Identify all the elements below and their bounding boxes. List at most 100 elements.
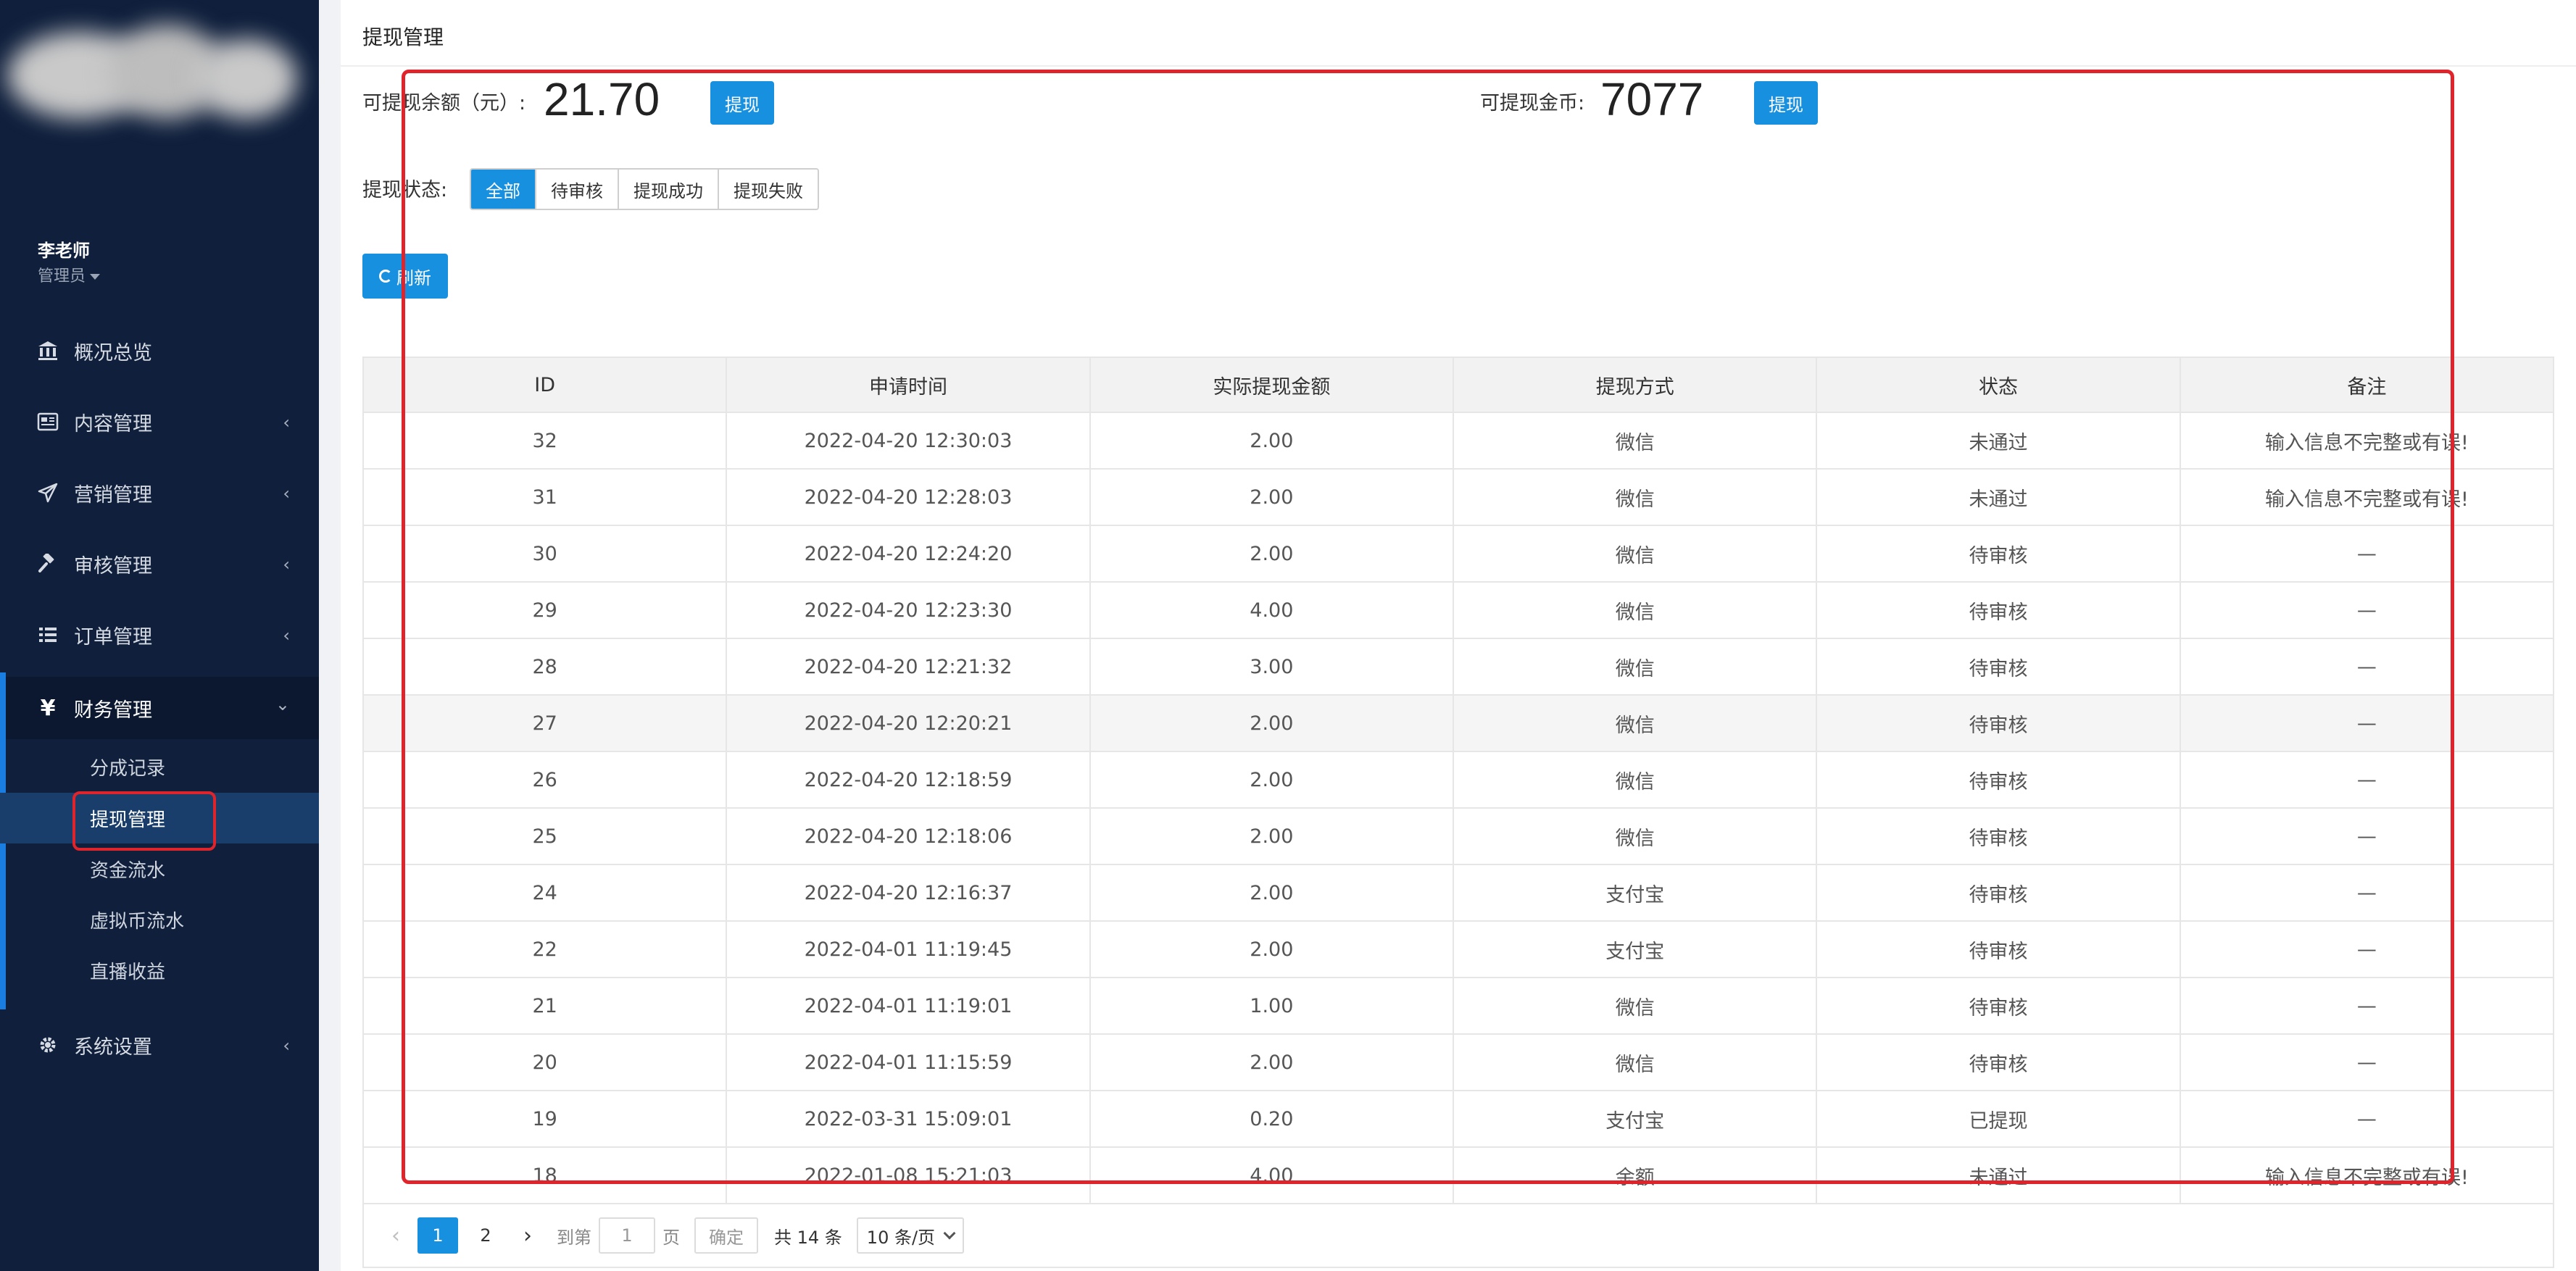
menu-label: 订单管理 [74, 625, 152, 649]
table-row[interactable]: 31 2022-04-20 12:28:03 2.00 微信 未通过 输入信息不完整或有误… [362, 470, 2554, 526]
table-cell: 微信 [1454, 526, 1818, 581]
page-size-select[interactable]: 10 条/页 [856, 1217, 965, 1254]
page-1-button[interactable]: 1 [417, 1217, 458, 1254]
menu-finance[interactable]: ¥ 财务管理 ⌄ [0, 677, 319, 739]
table-row[interactable]: 19 2022-03-31 15:09:01 0.20 支付宝 已提现 — [362, 1091, 2554, 1148]
table-cell: 0.20 [1091, 1091, 1455, 1146]
coins-value: 7077 [1600, 73, 1704, 125]
table-row[interactable]: 32 2022-04-20 12:30:03 2.00 微信 未通过 输入信息不完整或有误… [362, 413, 2554, 470]
newspaper-icon [36, 410, 59, 433]
submenu-commission[interactable]: 分成记录 [0, 741, 319, 792]
menu-overview[interactable]: 概况总览 [0, 322, 319, 380]
table-cell: 2022-04-01 11:15:59 [727, 1035, 1091, 1090]
withdraw-coins-button[interactable]: 提现 [1754, 81, 1818, 125]
table-cell: 微信 [1454, 696, 1818, 751]
table-cell: 待审核 [1817, 978, 2181, 1033]
table-cell: 2.00 [1091, 413, 1455, 468]
page-2-button[interactable]: 2 [465, 1217, 506, 1254]
table-cell: 2022-04-20 12:21:32 [727, 639, 1091, 694]
table-body: 32 2022-04-20 12:30:03 2.00 微信 未通过 输入信息不完整或有误… [362, 413, 2554, 1203]
table-cell: 2022-01-08 15:21:03 [727, 1148, 1091, 1203]
withdraw-balance-button[interactable]: 提现 [710, 81, 774, 125]
table-cell: 微信 [1454, 978, 1818, 1033]
table-cell: 输入信息不完整或有误! [2264, 431, 2469, 454]
withdrawal-table: ID 申请时间 实际提现金额 提现方式 状态 备注 32 2022-04-20 1… [362, 357, 2554, 1203]
table-cell: 2022-03-31 15:09:01 [727, 1091, 1091, 1146]
table-cell: 2.00 [1091, 470, 1455, 525]
submenu-label: 资金流水 [90, 859, 166, 882]
table-cell: 2022-04-20 12:20:21 [727, 696, 1091, 751]
refresh-button[interactable]: 刷新 [362, 254, 448, 299]
table-cell: 18 [364, 1148, 728, 1203]
goto-label: 到第 [557, 1227, 591, 1248]
table-cell: 3.00 [1091, 639, 1455, 694]
table-row[interactable]: 21 2022-04-01 11:19:01 1.00 微信 待审核 — [362, 978, 2554, 1035]
filter-all[interactable]: 全部 [471, 170, 536, 209]
status-filter: 全部 待审核 提现成功 提现失败 [470, 168, 819, 210]
table-cell: — [2356, 825, 2377, 848]
logo-blurred [0, 10, 304, 148]
table-cell: 2.00 [1091, 1035, 1455, 1090]
submenu-live-income[interactable]: 直播收益 [0, 945, 319, 996]
table-cell: 30 [364, 526, 728, 581]
goto-page-input[interactable]: 1 [599, 1217, 655, 1254]
table-cell: 27 [364, 696, 728, 751]
menu-orders[interactable]: 订单管理 ‹ [0, 606, 319, 664]
table-cell: 2.00 [1091, 526, 1455, 581]
menu-label: 概况总览 [74, 341, 152, 364]
table-cell: — [2356, 1051, 2377, 1074]
table-cell: 待审核 [1817, 526, 2181, 581]
table-cell: 4.00 [1091, 583, 1455, 638]
table-row[interactable]: 20 2022-04-01 11:15:59 2.00 微信 待审核 — [362, 1035, 2554, 1091]
table-row[interactable]: 18 2022-01-08 15:21:03 4.00 余额 未通过 输入信息不完整或有误… [362, 1148, 2554, 1203]
menu-label: 审核管理 [74, 554, 152, 578]
table-row[interactable]: 27 2022-04-20 12:20:21 2.00 微信 待审核 — [362, 696, 2554, 752]
table-row[interactable]: 29 2022-04-20 12:23:30 4.00 微信 待审核 — [362, 583, 2554, 639]
page-unit: 页 [662, 1227, 680, 1248]
filter-pending[interactable]: 待审核 [536, 170, 619, 209]
menu-marketing[interactable]: 营销管理 ‹ [0, 464, 319, 522]
refresh-label: 刷新 [396, 267, 431, 288]
table-cell: 4.00 [1091, 1148, 1455, 1203]
table-row[interactable]: 26 2022-04-20 12:18:59 2.00 微信 待审核 — [362, 752, 2554, 809]
column-header[interactable]: 实际提现金额 [1091, 358, 1455, 412]
table-cell: 未通过 [1817, 470, 2181, 525]
user-role-label: 管理员 [38, 267, 86, 286]
submenu-cashflow[interactable]: 资金流水 [0, 843, 319, 894]
table-cell: 2.00 [1091, 922, 1455, 977]
table-cell: 2.00 [1091, 865, 1455, 920]
column-header[interactable]: 备注 [2181, 358, 2553, 412]
goto-confirm-button[interactable]: 确定 [694, 1217, 758, 1254]
table-cell: 1.00 [1091, 978, 1455, 1033]
send-icon [36, 481, 59, 504]
menu-review[interactable]: 审核管理 ‹ [0, 535, 319, 593]
gear-icon [36, 1033, 59, 1057]
column-header[interactable]: 提现方式 [1454, 358, 1818, 412]
column-header[interactable]: ID [364, 358, 728, 412]
chevron-left-icon: ‹ [283, 1035, 290, 1056]
submenu-label: 分成记录 [90, 757, 166, 780]
menu-settings[interactable]: 系统设置 ‹ [0, 1016, 319, 1074]
table-row[interactable]: 22 2022-04-01 11:19:45 2.00 支付宝 待审核 — [362, 922, 2554, 978]
table-cell: 余额 [1454, 1148, 1818, 1203]
table-row[interactable]: 25 2022-04-20 12:18:06 2.00 微信 待审核 — [362, 809, 2554, 865]
column-header[interactable]: 申请时间 [727, 358, 1091, 412]
pagination: ‹ 1 2 › 到第 1 页 确定 共 14 条 10 条/页 [362, 1203, 2554, 1268]
table-cell: 未通过 [1817, 413, 2181, 468]
table-cell: 输入信息不完整或有误! [2264, 488, 2469, 511]
filter-failed[interactable]: 提现失败 [719, 170, 818, 209]
table-cell: 2022-04-20 12:23:30 [727, 583, 1091, 638]
user-role-dropdown[interactable]: 管理员 [38, 263, 101, 286]
submenu-virtual-coin[interactable]: 虚拟币流水 [0, 894, 319, 945]
next-page-button[interactable]: › [513, 1217, 542, 1254]
table-row[interactable]: 24 2022-04-20 12:16:37 2.00 支付宝 待审核 — [362, 865, 2554, 922]
prev-page-button[interactable]: ‹ [381, 1217, 410, 1254]
table-cell: — [2356, 994, 2377, 1017]
column-header[interactable]: 状态 [1817, 358, 2181, 412]
table-row[interactable]: 30 2022-04-20 12:24:20 2.00 微信 待审核 — [362, 526, 2554, 583]
menu-content[interactable]: 内容管理 ‹ [0, 393, 319, 451]
filter-success[interactable]: 提现成功 [619, 170, 719, 209]
filter-label: 提现状态: [362, 179, 448, 201]
table-row[interactable]: 28 2022-04-20 12:21:32 3.00 微信 待审核 — [362, 639, 2554, 696]
coins-label: 可提现金币: [1480, 92, 1585, 114]
